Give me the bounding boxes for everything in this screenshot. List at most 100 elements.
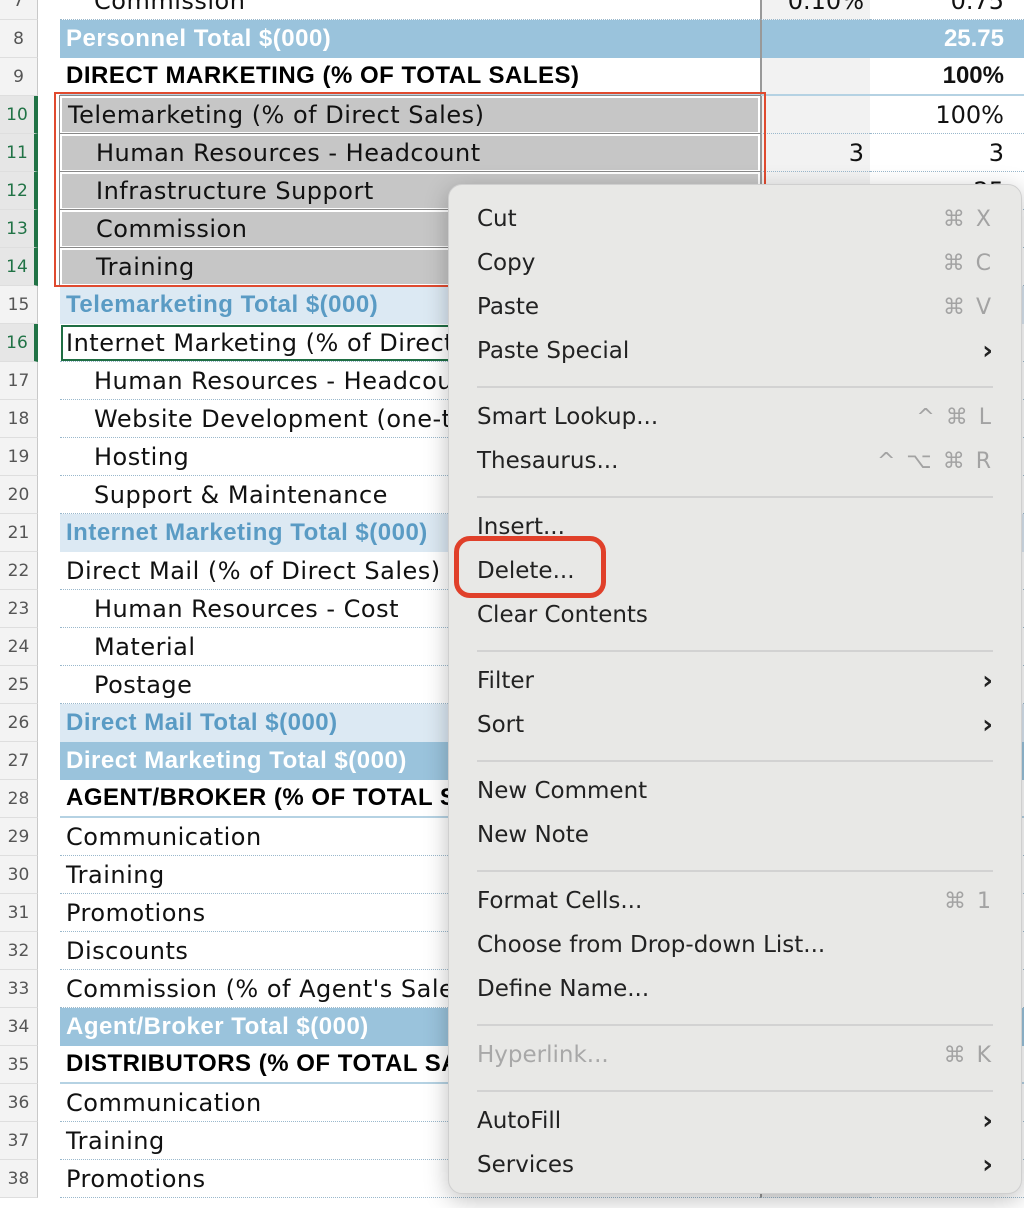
menu-item-paste-special[interactable]: Paste Special ›: [477, 331, 993, 371]
row-gap: [38, 856, 60, 894]
row-header[interactable]: 15: [0, 286, 38, 324]
row-gap: [38, 514, 60, 552]
cell-value-c[interactable]: 3: [870, 134, 1024, 172]
shortcut-label: ⌘ K: [943, 1042, 993, 1068]
cell-value-b[interactable]: [760, 96, 870, 134]
row-header[interactable]: 24: [0, 628, 38, 666]
row-header[interactable]: 36: [0, 1084, 38, 1122]
row-header[interactable]: 33: [0, 970, 38, 1008]
menu-separator: [477, 870, 993, 872]
row-gap: [38, 438, 60, 476]
row-header[interactable]: 25: [0, 666, 38, 704]
menu-item-smart-lookup[interactable]: Smart Lookup... ^ ⌘ L: [477, 397, 993, 437]
cell-value-b[interactable]: [760, 58, 870, 96]
menu-item-choose-from-drop-down-list[interactable]: Choose from Drop-down List...: [477, 925, 993, 965]
menu-item-label: Smart Lookup...: [477, 404, 659, 430]
menu-item-format-cells[interactable]: Format Cells... ⌘ 1: [477, 881, 993, 921]
chevron-right-icon: ›: [982, 1106, 993, 1136]
row-gap: [38, 666, 60, 704]
row-header[interactable]: 12: [0, 172, 38, 210]
cell-value-b[interactable]: 0.10%: [760, 0, 870, 20]
row-header[interactable]: 30: [0, 856, 38, 894]
menu-item-insert[interactable]: Insert...: [477, 507, 993, 547]
cell-label[interactable]: Telemarketing (% of Direct Sales): [59, 95, 761, 135]
row-gap: [38, 0, 60, 20]
row-header[interactable]: 14: [0, 248, 38, 286]
menu-item-new-note[interactable]: New Note: [477, 815, 993, 855]
row-header[interactable]: 31: [0, 894, 38, 932]
menu-separator: [477, 386, 993, 388]
row-header[interactable]: 16: [0, 324, 38, 362]
row-header[interactable]: 17: [0, 362, 38, 400]
menu-item-label: Define Name...: [477, 976, 650, 1002]
row-header[interactable]: 27: [0, 742, 38, 780]
row-header[interactable]: 35: [0, 1046, 38, 1084]
menu-item-cut[interactable]: Cut ⌘ X: [477, 199, 993, 239]
menu-item-label: New Comment: [477, 778, 648, 804]
row-header[interactable]: 7: [0, 0, 38, 20]
row-gap: [38, 628, 60, 666]
cell-value-c[interactable]: 25.75: [870, 20, 1024, 58]
row-gap: [38, 932, 60, 970]
menu-item-delete[interactable]: Delete...: [477, 551, 993, 591]
menu-item-clear-contents[interactable]: Clear Contents: [477, 595, 993, 635]
row-header[interactable]: 9: [0, 58, 38, 96]
menu-item-paste[interactable]: Paste ⌘ V: [477, 287, 993, 327]
row-gap: [38, 1084, 60, 1122]
chevron-right-icon: ›: [982, 710, 993, 740]
menu-item-define-name[interactable]: Define Name...: [477, 969, 993, 1009]
row-header[interactable]: 26: [0, 704, 38, 742]
row-header[interactable]: 22: [0, 552, 38, 590]
shortcut-label: ^ ⌥ ⌘ R: [876, 448, 993, 474]
row-header[interactable]: 38: [0, 1160, 38, 1198]
cell-value-b[interactable]: [760, 20, 870, 58]
menu-item-thesaurus[interactable]: Thesaurus... ^ ⌥ ⌘ R: [477, 441, 993, 481]
row-gap: [38, 476, 60, 514]
row-header[interactable]: 20: [0, 476, 38, 514]
row-header[interactable]: 29: [0, 818, 38, 856]
menu-separator: [477, 1024, 993, 1026]
row-gap: [38, 324, 60, 362]
menu-item-autofill[interactable]: AutoFill ›: [477, 1101, 993, 1141]
menu-item-filter[interactable]: Filter ›: [477, 661, 993, 701]
row-gap: [38, 172, 60, 210]
cell-value-b[interactable]: 3: [760, 134, 870, 172]
row-header[interactable]: 8: [0, 20, 38, 58]
row-gap: [38, 780, 60, 818]
menu-item-label: Paste Special: [477, 338, 630, 364]
row-header[interactable]: 32: [0, 932, 38, 970]
menu-separator: [477, 496, 993, 498]
menu-item-sort[interactable]: Sort ›: [477, 705, 993, 745]
row-header[interactable]: 23: [0, 590, 38, 628]
row-gap: [38, 210, 60, 248]
row-header[interactable]: 37: [0, 1122, 38, 1160]
cell-value-c[interactable]: 100%: [870, 96, 1024, 134]
row-gap: [38, 58, 60, 96]
menu-item-label: Cut: [477, 206, 517, 232]
menu-item-copy[interactable]: Copy ⌘ C: [477, 243, 993, 283]
row-gap: [38, 362, 60, 400]
cell-value-c[interactable]: 0.75: [870, 0, 1024, 20]
cell-label[interactable]: Human Resources - Headcount: [59, 133, 761, 173]
row-gap: [38, 1046, 60, 1084]
row-header[interactable]: 28: [0, 780, 38, 818]
menu-item-hyperlink: Hyperlink... ⌘ K: [477, 1035, 993, 1075]
row-header[interactable]: 11: [0, 134, 38, 172]
menu-separator: [477, 1090, 993, 1092]
table-row: 11 Human Resources - Headcount 3 3: [0, 133, 1024, 173]
row-header[interactable]: 19: [0, 438, 38, 476]
menu-item-services[interactable]: Services ›: [477, 1145, 993, 1185]
chevron-right-icon: ›: [982, 666, 993, 696]
row-header[interactable]: 34: [0, 1008, 38, 1046]
menu-item-new-comment[interactable]: New Comment: [477, 771, 993, 811]
row-header[interactable]: 18: [0, 400, 38, 438]
row-header[interactable]: 21: [0, 514, 38, 552]
row-header[interactable]: 13: [0, 210, 38, 248]
cell-label[interactable]: Personnel Total $(000): [60, 20, 760, 58]
shortcut-label: ^ ⌘ L: [916, 404, 993, 430]
menu-item-label: Choose from Drop-down List...: [477, 932, 826, 958]
cell-label[interactable]: DIRECT MARKETING (% OF TOTAL SALES): [60, 58, 760, 96]
cell-value-c[interactable]: 100%: [870, 58, 1024, 96]
cell-label[interactable]: Commission: [60, 0, 760, 20]
row-header[interactable]: 10: [0, 96, 38, 134]
